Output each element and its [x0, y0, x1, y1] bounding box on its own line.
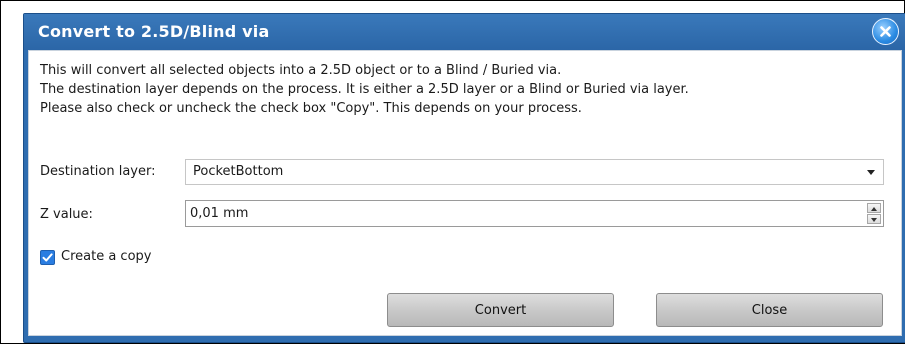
- dialog-titlebar[interactable]: Convert to 2.5D/Blind via: [24, 14, 905, 50]
- description: This will convert all selected objects i…: [40, 61, 689, 118]
- z-value-label: Z value:: [40, 207, 93, 222]
- close-x-glyph: [880, 26, 891, 37]
- create-copy-checkbox[interactable]: [40, 250, 55, 265]
- description-line: This will convert all selected objects i…: [40, 63, 562, 78]
- description-line: The destination layer depends on the pro…: [40, 82, 689, 97]
- destination-layer-value: PocketBottom: [193, 164, 284, 179]
- dialog-content: This will convert all selected objects i…: [28, 50, 902, 336]
- destination-layer-label: Destination layer:: [40, 164, 156, 179]
- convert-dialog: Convert to 2.5D/Blind via This will conv…: [23, 13, 905, 343]
- z-value-input[interactable]: 0,01 mm: [190, 206, 248, 221]
- screenshot-frame: Convert to 2.5D/Blind via This will conv…: [0, 0, 905, 344]
- close-button[interactable]: Close: [656, 293, 883, 327]
- close-x-icon[interactable]: [872, 18, 899, 45]
- spin-up-button[interactable]: [867, 203, 881, 213]
- dialog-title: Convert to 2.5D/Blind via: [38, 22, 270, 41]
- arrow-up-icon: [871, 207, 877, 211]
- dropdown-arrow-icon: [867, 170, 875, 175]
- description-line: Please also check or uncheck the check b…: [40, 101, 582, 116]
- z-value-spinner[interactable]: [867, 203, 881, 224]
- arrow-down-icon: [871, 218, 877, 222]
- convert-button[interactable]: Convert: [387, 293, 614, 327]
- destination-layer-select[interactable]: PocketBottom: [185, 159, 884, 185]
- spin-down-button[interactable]: [867, 214, 881, 224]
- checkmark-icon: [42, 253, 53, 262]
- create-copy-label[interactable]: Create a copy: [61, 249, 151, 264]
- z-value-field[interactable]: 0,01 mm: [185, 200, 884, 227]
